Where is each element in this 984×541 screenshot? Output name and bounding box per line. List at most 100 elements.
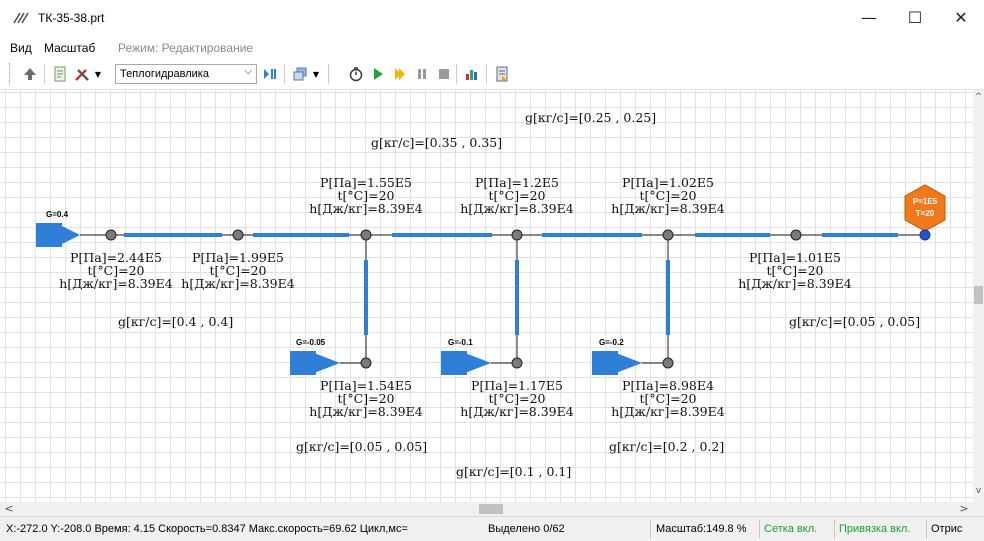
main-source[interactable] <box>36 223 80 247</box>
stopwatch-button[interactable] <box>346 64 366 84</box>
node-2-enthalpy: h[Дж/кг]=8.39E4 <box>181 276 295 291</box>
play-button[interactable] <box>368 64 388 84</box>
node-5-label: P[Па]=1.02E5 t[°C]=20 h[Дж/кг]=8.39E4 <box>607 176 729 215</box>
mode-select[interactable]: Теплогидравлика ⌵ <box>115 64 257 84</box>
scroll-up-icon[interactable]: ^ <box>973 92 984 106</box>
tools-icon <box>75 69 89 81</box>
close-button[interactable]: ✕ <box>938 0 984 34</box>
toolbar-separator <box>328 64 329 84</box>
node-branch-1[interactable] <box>360 357 372 369</box>
scroll-down-icon[interactable]: v <box>973 486 984 500</box>
stop-button[interactable] <box>434 64 454 84</box>
pause-button[interactable] <box>412 64 432 84</box>
chevron-down-icon: ⌵ <box>244 66 252 77</box>
tools-dropdown-arrow[interactable]: ▼ <box>92 64 104 84</box>
document-button[interactable] <box>50 64 70 84</box>
toolbar: ▼ Теплогидравлика ⌵ ▼ <box>0 58 984 90</box>
flow-label-main-3: g[кг/с]=[0.35 , 0.35] <box>371 135 503 150</box>
branch-source-3[interactable] <box>592 351 642 375</box>
horizontal-scrollbar[interactable]: < > <box>0 502 973 516</box>
status-grid[interactable]: Сетка вкл. <box>764 523 817 535</box>
node-6-enthalpy: h[Дж/кг]=8.39E4 <box>738 276 852 291</box>
node-5-enthalpy: h[Дж/кг]=8.39E4 <box>611 201 725 216</box>
node-2[interactable] <box>232 229 244 241</box>
up-arrow-button[interactable] <box>20 64 40 84</box>
branch-source-3-flow-label: G=-0.2 <box>599 338 624 347</box>
scrollbar-corner <box>973 502 984 516</box>
flow-label-branch-3: g[кг/с]=[0.2 , 0.2] <box>609 439 725 454</box>
branch-pipe-1 <box>340 235 368 364</box>
status-snap[interactable]: Привязка вкл. <box>839 523 910 535</box>
node-5[interactable] <box>662 229 674 241</box>
network-canvas[interactable]: G=0.4 G=-0.05 G=-0.1 G=-0.2 P=1E5 T=20 P… <box>0 90 973 502</box>
node-2-label: P[Па]=1.99E5 t[°C]=20 h[Дж/кг]=8.39E4 <box>177 251 299 290</box>
toolbar-grip[interactable] <box>9 63 12 85</box>
flow-label-main-4: g[кг/с]=[0.25 , 0.25] <box>525 110 657 125</box>
status-separator <box>759 520 760 538</box>
branch-node-3-label: P[Па]=8.98E4 t[°C]=20 h[Дж/кг]=8.39E4 <box>607 379 729 418</box>
bar-chart-button[interactable] <box>462 64 482 84</box>
node-4[interactable] <box>511 229 523 241</box>
node-4-enthalpy: h[Дж/кг]=8.39E4 <box>460 201 574 216</box>
stop-icon <box>439 69 449 79</box>
document-icon <box>54 66 66 82</box>
status-separator <box>834 520 835 538</box>
node-1[interactable] <box>105 229 117 241</box>
menu-mode[interactable]: Режим: Редактирование <box>118 41 253 55</box>
menu-scale[interactable]: Масштаб <box>44 41 95 55</box>
toolbar-separator <box>486 64 487 84</box>
node-3-enthalpy: h[Дж/кг]=8.39E4 <box>309 201 423 216</box>
layers-icon <box>293 67 307 81</box>
step-icon <box>395 68 405 80</box>
node-branch-3[interactable] <box>662 357 674 369</box>
boundary-temperature-label: T=20 <box>915 209 935 218</box>
branch-source-2-flow-label: G=-0.1 <box>448 338 473 347</box>
scroll-right-icon[interactable]: > <box>957 502 971 516</box>
pause-icon <box>418 69 426 79</box>
layers-button[interactable] <box>290 64 310 84</box>
status-separator <box>926 520 927 538</box>
minimize-button[interactable]: — <box>846 0 892 34</box>
horizontal-scroll-thumb[interactable] <box>479 504 503 514</box>
branch-node-2-enthalpy: h[Дж/кг]=8.39E4 <box>460 404 574 419</box>
maximize-button[interactable]: ☐ <box>892 0 938 34</box>
node-4-label: P[Па]=1.2E5 t[°C]=20 h[Дж/кг]=8.39E4 <box>456 176 578 215</box>
flow-label-main-6: g[кг/с]=[0.05 , 0.05] <box>789 314 921 329</box>
main-source-flow-label: G=0.4 <box>46 210 69 219</box>
window-title: ТК-35-38.prt <box>38 11 105 25</box>
export-icon <box>496 66 508 82</box>
branch-node-3-enthalpy: h[Дж/кг]=8.39E4 <box>611 404 725 419</box>
scroll-left-icon[interactable]: < <box>2 502 16 516</box>
app-logo-icon <box>13 12 29 24</box>
toolbar-separator <box>456 64 457 84</box>
layers-dropdown-arrow[interactable]: ▼ <box>310 64 322 84</box>
flow-label-branch-2: g[кг/с]=[0.1 , 0.1] <box>456 464 572 479</box>
boundary-pressure-label: P=1E5 <box>912 197 938 206</box>
step-button[interactable] <box>390 64 410 84</box>
node-6-label: P[Па]=1.01E5 t[°C]=20 h[Дж/кг]=8.39E4 <box>734 251 856 290</box>
status-coordinates: X:-272.0 Y:-208.0 Время: 4.15 Скорость=0… <box>6 523 408 535</box>
branch-node-1-enthalpy: h[Дж/кг]=8.39E4 <box>309 404 423 419</box>
menu-view[interactable]: Вид <box>10 41 32 55</box>
flow-label-main-1: g[кг/с]=[0.4 , 0.4] <box>118 314 234 329</box>
fit-view-button[interactable] <box>260 64 280 84</box>
status-bar: X:-272.0 Y:-208.0 Время: 4.15 Скорость=0… <box>0 516 984 541</box>
mode-select-value: Теплогидравлика <box>120 68 209 80</box>
export-button[interactable] <box>492 64 512 84</box>
fit-view-icon <box>264 69 276 79</box>
branch-source-1[interactable] <box>290 351 340 375</box>
node-3[interactable] <box>360 229 372 241</box>
node-1-enthalpy: h[Дж/кг]=8.39E4 <box>59 276 173 291</box>
branch-source-2[interactable] <box>441 351 491 375</box>
status-render: Отрис <box>931 523 963 535</box>
node-1-label: P[Па]=2.44E5 t[°C]=20 h[Дж/кг]=8.39E4 <box>55 251 177 290</box>
node-6[interactable] <box>790 229 802 241</box>
vertical-scrollbar[interactable]: ^ v <box>973 90 984 502</box>
branch-pipe-2 <box>491 235 519 364</box>
vertical-scroll-thumb[interactable] <box>974 286 983 304</box>
toolbar-separator <box>44 64 45 84</box>
tools-button[interactable] <box>72 64 92 84</box>
up-arrow-icon <box>24 68 36 80</box>
branch-node-2-label: P[Па]=1.17E5 t[°C]=20 h[Дж/кг]=8.39E4 <box>456 379 578 418</box>
node-branch-2[interactable] <box>511 357 523 369</box>
